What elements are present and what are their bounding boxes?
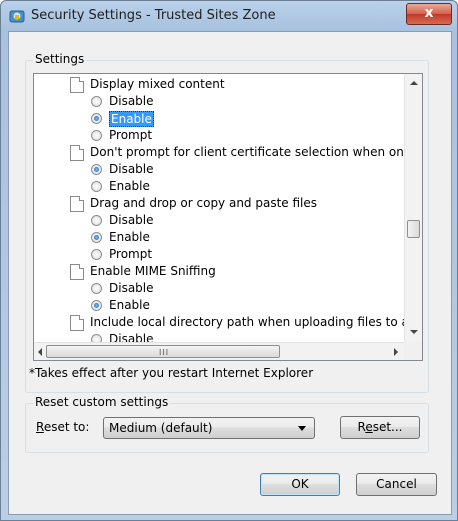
settings-group-label: Settings	[33, 52, 87, 66]
radio-unchecked-icon[interactable]	[91, 249, 102, 260]
reset-button-accelerator: e	[365, 420, 373, 434]
option-label[interactable]: Disable	[109, 212, 154, 229]
setting-option[interactable]: Disable	[34, 161, 404, 178]
vertical-scroll-thumb[interactable]	[407, 220, 420, 238]
reset-to-label: Reset to:	[36, 420, 89, 434]
horizontal-scrollbar[interactable]: III	[34, 342, 404, 360]
option-label[interactable]: Enable	[109, 229, 150, 246]
radio-unchecked-icon[interactable]	[91, 334, 102, 342]
option-label[interactable]: Enable	[109, 178, 150, 195]
scroll-left-icon[interactable]	[38, 348, 42, 356]
restart-note: *Takes effect after you restart Internet…	[29, 366, 314, 380]
radio-unchecked-icon[interactable]	[91, 283, 102, 294]
radio-checked-icon[interactable]	[91, 232, 102, 243]
setting-item: Enable MIME Sniffing	[34, 263, 404, 280]
setting-option[interactable]: Disable	[34, 212, 404, 229]
close-icon: x	[424, 5, 434, 21]
setting-label: Display mixed content	[90, 77, 225, 91]
scroll-grip-icon: III	[159, 348, 170, 357]
setting-label: Include local directory path when upload…	[90, 315, 404, 329]
reset-level-dropdown[interactable]: Medium (default)	[103, 417, 315, 439]
reset-to-text: eset to:	[43, 420, 90, 434]
setting-option[interactable]: Enable	[34, 229, 404, 246]
setting-label: Drag and drop or copy and paste files	[90, 196, 318, 210]
reset-to-accelerator: R	[36, 420, 44, 434]
setting-document-icon	[70, 196, 84, 212]
settings-listbox[interactable]: Display mixed content Disable Enable Prompt…	[33, 73, 423, 361]
setting-label: Enable MIME Sniffing	[90, 264, 216, 278]
setting-option[interactable]: Enable	[34, 178, 404, 195]
radio-unchecked-icon[interactable]	[91, 96, 102, 107]
setting-item: Drag and drop or copy and paste files	[34, 195, 404, 212]
setting-option[interactable]: Disable	[34, 331, 404, 342]
scroll-down-icon[interactable]	[410, 330, 418, 334]
setting-item: Include local directory path when upload…	[34, 314, 404, 331]
radio-unchecked-icon[interactable]	[91, 181, 102, 192]
setting-option[interactable]: Disable	[34, 280, 404, 297]
radio-checked-icon[interactable]	[91, 300, 102, 311]
setting-option[interactable]: Disable	[34, 93, 404, 110]
setting-option[interactable]: Prompt	[34, 246, 404, 263]
reset-level-value: Medium (default)	[109, 421, 213, 435]
setting-item: Don't prompt for client certificate sele…	[34, 144, 404, 161]
setting-item: Display mixed content	[34, 76, 404, 93]
radio-unchecked-icon[interactable]	[91, 130, 102, 141]
reset-group-label: Reset custom settings	[33, 395, 171, 409]
option-label[interactable]: Disable	[109, 161, 154, 178]
cancel-button[interactable]: Cancel	[356, 473, 437, 496]
setting-document-icon	[70, 315, 84, 331]
settings-tree[interactable]: Display mixed content Disable Enable Prompt…	[34, 74, 404, 342]
ok-button-label: OK	[291, 477, 309, 491]
option-label[interactable]: Disable	[109, 93, 154, 110]
option-label[interactable]: Enable	[109, 297, 150, 314]
scroll-right-icon[interactable]	[394, 348, 398, 356]
setting-document-icon	[70, 264, 84, 280]
setting-option[interactable]: Enable	[34, 110, 404, 127]
window-title: Security Settings - Trusted Sites Zone	[31, 8, 276, 23]
reset-button-rest: set...	[372, 420, 403, 434]
dropdown-arrow-icon	[298, 426, 306, 431]
setting-option[interactable]: Prompt	[34, 127, 404, 144]
option-label[interactable]: Prompt	[109, 246, 152, 263]
option-label[interactable]: Disable	[109, 331, 154, 342]
option-label[interactable]: Enable	[109, 111, 154, 127]
cancel-button-label: Cancel	[376, 477, 417, 491]
ok-button[interactable]: OK	[260, 473, 340, 496]
radio-checked-icon[interactable]	[91, 113, 102, 124]
setting-document-icon	[70, 77, 84, 93]
close-button[interactable]: x	[406, 3, 452, 25]
option-label[interactable]: Disable	[109, 280, 154, 297]
radio-checked-icon[interactable]	[91, 164, 102, 175]
setting-document-icon	[70, 145, 84, 161]
horizontal-scroll-thumb[interactable]: III	[46, 345, 280, 358]
setting-label: Don't prompt for client certificate sele…	[90, 145, 404, 159]
security-shield-icon	[9, 10, 25, 23]
radio-unchecked-icon[interactable]	[91, 215, 102, 226]
option-label[interactable]: Prompt	[109, 127, 152, 144]
scroll-up-icon[interactable]	[410, 81, 418, 85]
vertical-scrollbar[interactable]	[404, 74, 422, 342]
reset-button[interactable]: Reset...	[340, 416, 420, 439]
setting-option[interactable]: Enable	[34, 297, 404, 314]
scrollbar-corner	[404, 342, 422, 360]
title-bar[interactable]: Security Settings - Trusted Sites Zone x	[1, 1, 457, 31]
